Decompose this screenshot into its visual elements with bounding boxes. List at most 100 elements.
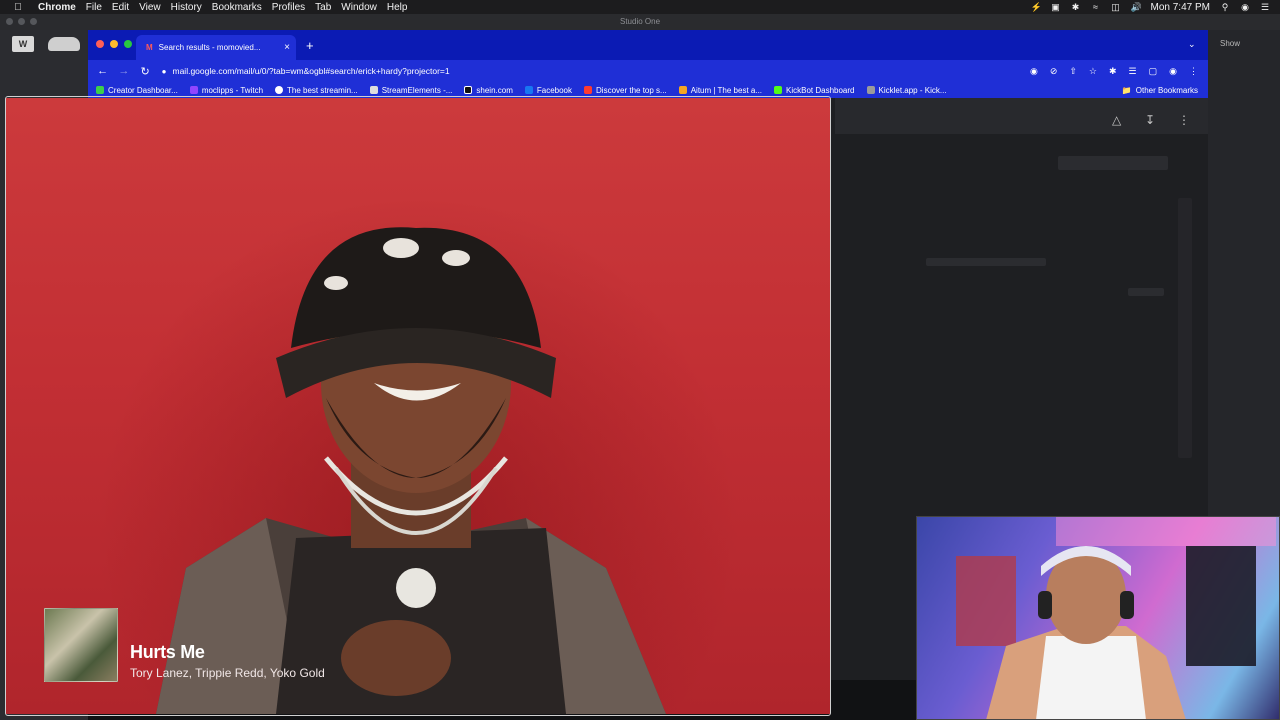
chrome-menu-icon[interactable]: ⋮ [1189, 66, 1198, 77]
bookmark-label: The best streamin... [287, 85, 358, 95]
studio-titlebar: Studio One [0, 14, 1280, 30]
site-info-icon[interactable]: ● [162, 67, 167, 76]
other-bookmarks[interactable]: 📁 Other Bookmarks [1122, 86, 1208, 95]
bookmark-label: Facebook [536, 85, 573, 95]
attachment-preview[interactable]: Hurts Me Tory Lanez, Trippie Redd, Yoko … [6, 98, 830, 714]
browser-toolbar: ← → ↻ ● mail.google.com/mail/u/0/?tab=wm… [88, 60, 1208, 82]
menu-bookmarks[interactable]: Bookmarks [210, 2, 270, 13]
bookmark-favicon [584, 86, 593, 94]
webcam-overlay [916, 516, 1280, 720]
bookmarks-bar: Creator Dashboar... moclipps - Twitch Th… [88, 82, 1208, 98]
add-to-drive-icon[interactable]: △ [1112, 113, 1121, 127]
tab-strip: M Search results - momovied... × + ⌄ [88, 30, 1208, 60]
bookmark-item[interactable]: StreamElements -... [369, 85, 453, 95]
bookmark-label: StreamElements -... [381, 85, 453, 95]
bookmark-item[interactable]: Creator Dashboar... [96, 86, 178, 95]
tracking-icon[interactable]: ⊘ [1050, 66, 1058, 77]
download-icon[interactable]: ↧ [1145, 113, 1155, 127]
close-tab-icon[interactable]: × [284, 42, 290, 53]
bookmark-item[interactable]: Kicklet.app - Kick... [866, 85, 947, 95]
bookmark-favicon [275, 86, 284, 94]
song-artists: Tory Lanez, Trippie Redd, Yoko Gold [130, 666, 325, 680]
bookmark-favicon [866, 86, 875, 94]
bookmark-label: Discover the top s... [596, 85, 667, 95]
siri-icon[interactable]: ◉ [1240, 2, 1250, 12]
profile-avatar[interactable]: ◉ [1169, 66, 1177, 77]
volume-icon[interactable]: 🔊 [1131, 2, 1142, 12]
bookmark-label: Aitum | The best a... [690, 85, 763, 95]
bookmark-item[interactable]: KickBot Dashboard [774, 85, 855, 95]
song-title: Hurts Me [130, 642, 205, 662]
menu-view[interactable]: View [137, 2, 169, 13]
window-controls [96, 40, 132, 48]
bookmark-item[interactable]: moclipps - Twitch [189, 85, 264, 95]
search-icon[interactable]: ⚲ [1220, 2, 1230, 12]
reading-list-icon[interactable]: ☰ [1129, 66, 1137, 77]
new-tab-button[interactable]: + [306, 38, 314, 53]
back-button[interactable]: ← [92, 65, 113, 77]
menu-help[interactable]: Help [385, 2, 416, 13]
other-bookmarks-label: Other Bookmarks [1135, 85, 1198, 95]
bookmark-item[interactable]: Facebook [524, 85, 573, 95]
bluetooth-icon[interactable]: ✱ [1071, 2, 1081, 12]
studio-window-controls[interactable] [6, 18, 37, 25]
bookmark-label: KickBot Dashboard [786, 85, 855, 95]
close-window-button[interactable] [96, 40, 104, 48]
bookmark-item[interactable]: The best streamin... [275, 86, 358, 95]
bookmark-favicon [189, 86, 198, 94]
bookmark-item[interactable]: Aitum | The best a... [678, 85, 763, 95]
control-center-icon[interactable]: ☰ [1260, 2, 1270, 12]
dimmed-gmail-header [1058, 156, 1168, 170]
bookmark-item[interactable]: shein.com [464, 86, 513, 95]
url-text[interactable]: mail.google.com/mail/u/0/?tab=wm&ogbl#se… [173, 66, 450, 76]
bookmark-favicon [524, 86, 533, 94]
bookmark-label: Creator Dashboar... [108, 85, 178, 95]
bookmark-favicon [369, 86, 378, 94]
bookmark-label: moclipps - Twitch [201, 85, 264, 95]
side-panel-icon[interactable]: ▢ [1149, 66, 1158, 77]
extensions-puzzle-icon[interactable]: ✱ [1109, 66, 1117, 77]
bookmark-label: Kicklet.app - Kick... [878, 85, 947, 95]
menubar-clock[interactable]: Mon 7:47 PM [1151, 2, 1210, 13]
bookmark-favicon [678, 86, 687, 94]
zoom-window-button[interactable] [124, 40, 132, 48]
album-cover [44, 608, 118, 682]
dimmed-gmail-row [1128, 288, 1164, 296]
studio-one-logo[interactable]: W [12, 36, 34, 52]
tab-title: Search results - momovied... [158, 43, 261, 52]
address-bar[interactable]: ● mail.google.com/mail/u/0/?tab=wm&ogbl#… [161, 62, 1030, 80]
share-icon[interactable]: ⇧ [1069, 66, 1077, 77]
soundcloud-logo[interactable] [48, 37, 80, 51]
bookmark-favicon [464, 86, 473, 94]
menu-edit[interactable]: Edit [110, 2, 137, 13]
gmail-icon: M [146, 43, 153, 52]
menu-history[interactable]: History [169, 2, 210, 13]
bookmark-star-icon[interactable]: ☆ [1089, 66, 1097, 77]
minimize-window-button[interactable] [110, 40, 118, 48]
dimmed-gmail-sidebar [1178, 198, 1192, 458]
dimmed-gmail-row [926, 258, 1046, 266]
wifi-icon[interactable]: ≈ [1091, 2, 1101, 12]
menu-tab[interactable]: Tab [313, 2, 339, 13]
more-options-icon[interactable]: ⋮ [1178, 113, 1190, 127]
menu-app-name[interactable]: Chrome [36, 2, 84, 13]
apple-icon[interactable]:  [0, 2, 36, 13]
tab-search-chevron-icon[interactable]: ⌄ [1188, 39, 1196, 50]
bookmark-favicon [774, 86, 783, 94]
menu-window[interactable]: Window [339, 2, 385, 13]
forward-button[interactable]: → [113, 65, 134, 77]
reload-button[interactable]: ↻ [134, 65, 155, 78]
menu-profiles[interactable]: Profiles [270, 2, 313, 13]
folder-icon: 📁 [1121, 85, 1132, 95]
extension-icon[interactable]: ◉ [1030, 66, 1038, 77]
bookmark-item[interactable]: Discover the top s... [584, 86, 667, 95]
show-button[interactable]: Show [1212, 37, 1248, 51]
menu-file[interactable]: File [84, 2, 110, 13]
bolt-icon[interactable]: ⚡ [1031, 2, 1042, 12]
screen-icon[interactable]: ▣ [1051, 2, 1061, 12]
studio-title: Studio One [619, 17, 661, 26]
artist-photo [156, 227, 666, 714]
display-icon[interactable]: ◫ [1111, 2, 1121, 12]
tab-gmail[interactable]: M Search results - momovied... × [136, 35, 296, 60]
streamer-camera-feed [956, 516, 1276, 720]
